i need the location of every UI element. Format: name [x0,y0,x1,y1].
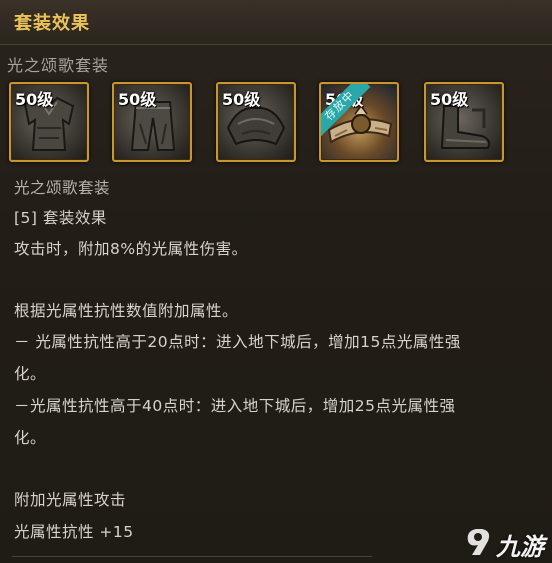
effect-line-3b: 化。 [14,365,47,383]
effect-line-5: 附加光属性攻击 [14,491,127,509]
equipment-slot-4[interactable]: 50级 存放中 [319,82,399,162]
slot-level-label: 50级 [222,90,261,109]
equipment-slot-5[interactable]: 50级 [424,82,504,162]
set-name-label: 光之颂歌套装 [7,56,110,75]
effect-line-6: 光属性抗性 +15 [14,523,134,541]
equipment-slot-3[interactable]: 50级 [216,82,296,162]
effect-line-4a: －光属性抗性高于40点时：进入地下城后，增加25点光属性强 [14,397,456,415]
effect-line-3a: － 光属性抗性高于20点时：进入地下城后，增加15点光属性强 [14,333,461,351]
effect-line-4b: 化。 [14,429,47,447]
divider [12,556,372,557]
slot-level-label: 50级 [430,90,469,109]
watermark-text: 九游 [496,533,544,561]
panel-header: 套装效果 [0,0,552,45]
equipment-slot-2[interactable]: 50级 [112,82,192,162]
equipment-slot-1[interactable]: 50级 [9,82,89,162]
set-effect-panel: 套装效果 光之颂歌套装 50级 50级 50级 50级 存放中 [0,0,552,563]
effect-line-1: 攻击时，附加8%的光属性伤害。 [14,240,248,258]
panel-title: 套装效果 [14,13,90,34]
effect-line-2: 根据光属性抗性数值附加属性。 [14,302,239,320]
slot-level-label: 50级 [118,90,157,109]
slot-level-label: 50级 [15,90,54,109]
effect-tier-line: [5] 套装效果 [14,209,107,227]
effect-set-name: 光之颂歌套装 [14,179,111,197]
